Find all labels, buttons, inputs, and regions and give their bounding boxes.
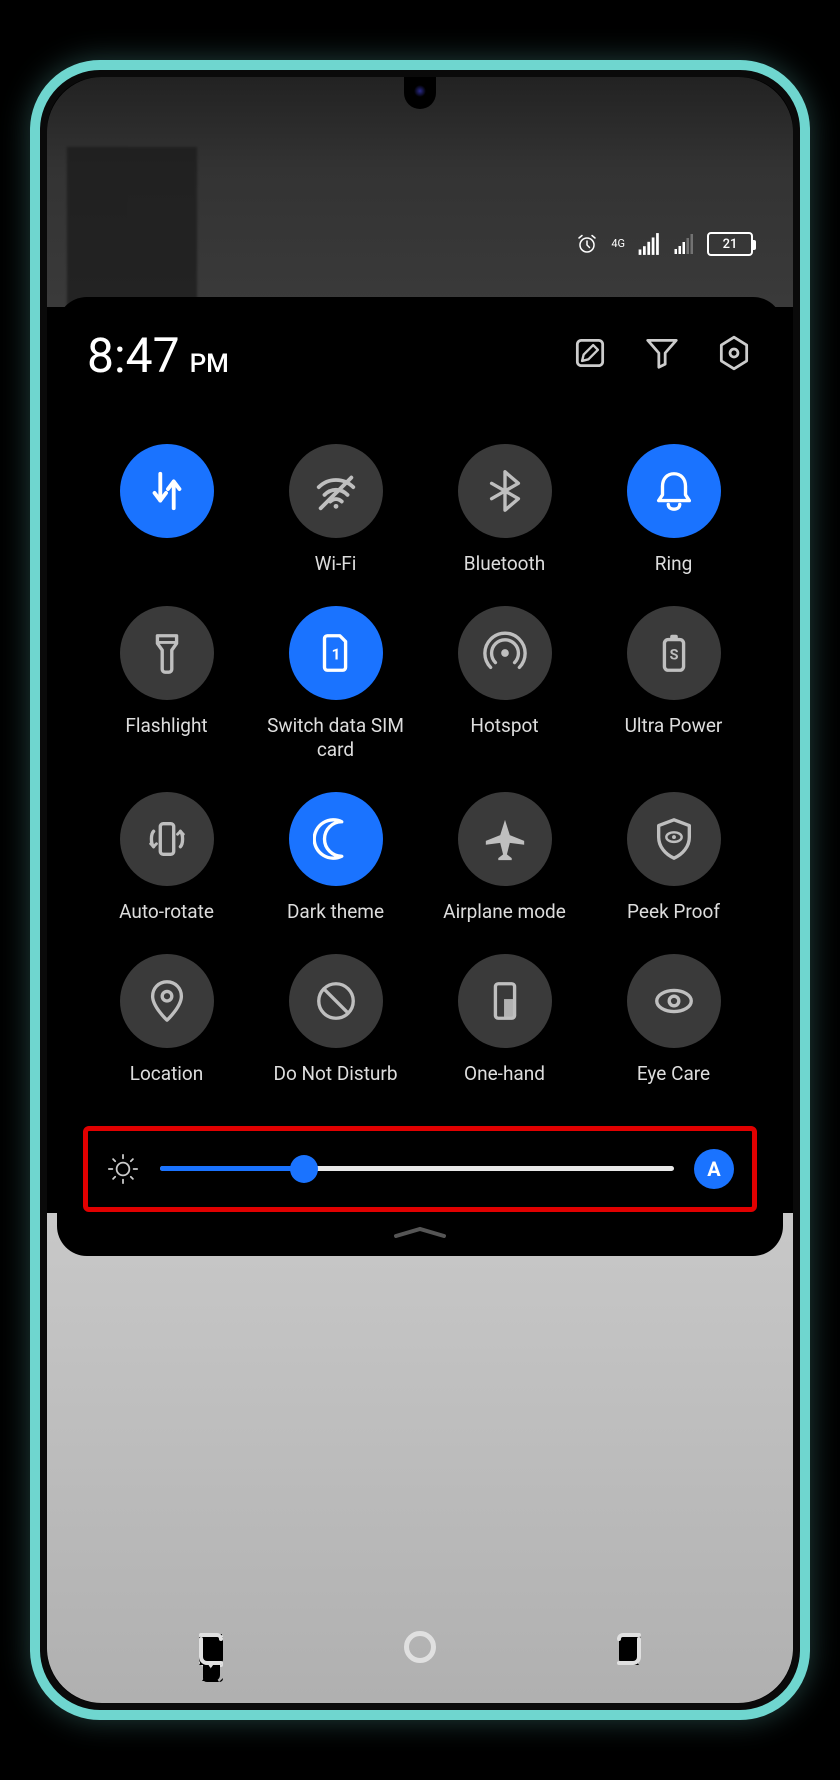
- network-badge: 4G: [611, 239, 625, 249]
- battery-indicator: 21: [707, 232, 753, 256]
- tile-label: Switch data SIM card: [256, 714, 415, 762]
- tile-switch-sim[interactable]: Switch data SIM card: [256, 606, 415, 762]
- status-area: 4G 21: [47, 77, 793, 307]
- tile-dnd[interactable]: Do Not Disturb: [256, 954, 415, 1086]
- one-hand-icon[interactable]: [458, 954, 552, 1048]
- tile-bluetooth[interactable]: Bluetooth: [425, 444, 584, 576]
- volume-up-button[interactable]: [806, 580, 810, 670]
- volume-down-button[interactable]: [806, 695, 810, 835]
- signal-icon-1: [637, 232, 661, 256]
- tile-label: Flashlight: [125, 714, 207, 738]
- power-button[interactable]: [806, 860, 810, 950]
- phone-frame: 4G 21: [30, 60, 810, 1720]
- nav-back-icon[interactable]: [605, 1623, 653, 1671]
- tile-label: Ultra Power: [625, 714, 723, 738]
- brightness-slider-highlight: A: [83, 1126, 757, 1212]
- tile-location[interactable]: Location: [87, 954, 246, 1086]
- flashlight-icon[interactable]: [120, 606, 214, 700]
- tile-label: One-hand: [464, 1062, 545, 1086]
- airplane-icon[interactable]: [458, 792, 552, 886]
- tile-label: Dark theme: [287, 900, 384, 924]
- tile-eye-care[interactable]: Eye Care: [594, 954, 753, 1086]
- tile-label: Do Not Disturb: [273, 1062, 397, 1086]
- tile-ring[interactable]: Ring: [594, 444, 753, 576]
- shield-eye-icon[interactable]: [627, 792, 721, 886]
- dnd-icon[interactable]: [289, 954, 383, 1048]
- moon-icon[interactable]: [289, 792, 383, 886]
- tile-hotspot[interactable]: Hotspot: [425, 606, 584, 762]
- camera-notch: [404, 77, 436, 109]
- tile-dark-theme[interactable]: Dark theme: [256, 792, 415, 924]
- tile-peek-proof[interactable]: Peek Proof: [594, 792, 753, 924]
- hotspot-icon[interactable]: [458, 606, 552, 700]
- panel-time: 8:47 PM: [87, 327, 229, 384]
- quick-settings-panel: 8:47 PM Wi-Fi Bluetooth Ring Flashlight Swit…: [57, 297, 783, 1256]
- settings-icon[interactable]: [715, 334, 753, 372]
- panel-drag-handle[interactable]: [390, 1226, 450, 1234]
- tile-one-hand[interactable]: One-hand: [425, 954, 584, 1086]
- wifi-off-icon[interactable]: [289, 444, 383, 538]
- tile-wifi[interactable]: Wi-Fi: [256, 444, 415, 576]
- tile-label: Wi-Fi: [315, 552, 357, 576]
- tile-flashlight[interactable]: Flashlight: [87, 606, 246, 762]
- brightness-icon: [106, 1152, 140, 1186]
- tile-label: Peek Proof: [627, 900, 720, 924]
- bluetooth-icon[interactable]: [458, 444, 552, 538]
- auto-brightness-button[interactable]: A: [694, 1149, 734, 1189]
- alarm-icon: [575, 232, 599, 256]
- tile-label: Auto-rotate: [119, 900, 214, 924]
- tile-mobile-data[interactable]: [87, 444, 246, 576]
- tile-label: Hotspot: [470, 714, 538, 738]
- eye-icon[interactable]: [627, 954, 721, 1048]
- data-arrows-icon[interactable]: [120, 444, 214, 538]
- edit-icon[interactable]: [571, 334, 609, 372]
- nav-home-icon[interactable]: [396, 1623, 444, 1671]
- pin-icon[interactable]: [120, 954, 214, 1048]
- brightness-slider[interactable]: [160, 1166, 674, 1171]
- battery-s-icon[interactable]: [627, 606, 721, 700]
- carrier-info-blurred: [67, 147, 197, 307]
- sim-icon[interactable]: [289, 606, 383, 700]
- bell-icon[interactable]: [627, 444, 721, 538]
- nav-recents-icon[interactable]: [187, 1623, 235, 1671]
- tile-ultra-power[interactable]: Ultra Power: [594, 606, 753, 762]
- tile-airplane[interactable]: Airplane mode: [425, 792, 584, 924]
- tile-auto-rotate[interactable]: Auto-rotate: [87, 792, 246, 924]
- tile-label: Ring: [655, 552, 693, 576]
- filter-icon[interactable]: [643, 334, 681, 372]
- tile-label: Bluetooth: [464, 552, 545, 576]
- tile-label: Eye Care: [637, 1062, 710, 1086]
- tile-label: Location: [130, 1062, 204, 1086]
- signal-icon-2: [673, 233, 695, 255]
- tile-label: Airplane mode: [443, 900, 566, 924]
- rotate-icon[interactable]: [120, 792, 214, 886]
